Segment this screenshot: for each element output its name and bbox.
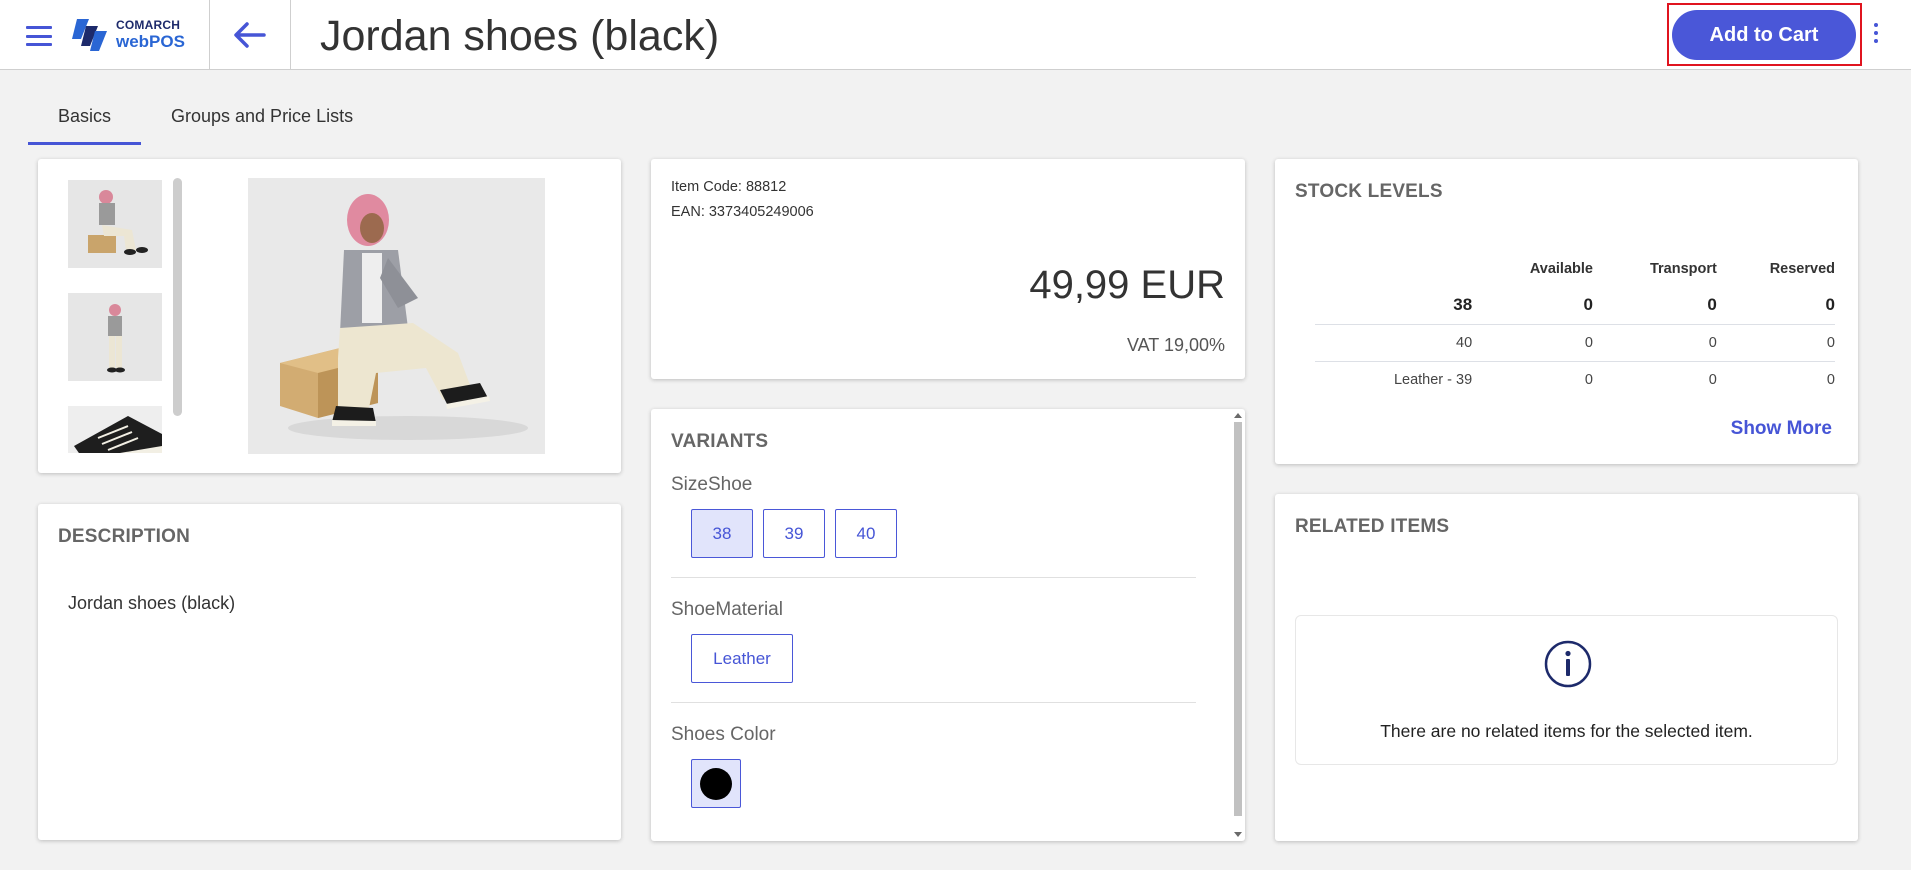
logo-product-text: webPOS [116, 32, 185, 51]
vat-rate: VAT 19,00% [1126, 335, 1225, 355]
transport-value: 0 [1592, 323, 1717, 361]
table-row: Leather - 39 0 0 0 [1315, 360, 1835, 398]
app-header: COMARCH webPOS Jordan shoes (black) Add … [0, 0, 1911, 70]
reserved-value: 0 [1825, 295, 1835, 315]
price: 49,99 EUR [1029, 263, 1225, 307]
stock-levels-card: STOCK LEVELS Available Transport Reserve… [1275, 159, 1858, 464]
table-row: 38 0 0 0 [1315, 287, 1835, 324]
column-header-reserved: Reserved [1769, 261, 1835, 277]
transport-value: 0 [1707, 295, 1717, 315]
logo-mark-icon [72, 19, 107, 51]
table-row: 40 0 0 0 [1315, 323, 1835, 361]
column-header-transport: Transport [1649, 261, 1717, 277]
size-option-39[interactable]: 39 [763, 509, 825, 558]
item-code: Item Code: 88812 [671, 179, 787, 195]
variant-separator [671, 702, 1196, 703]
thumbnail-scrollbar[interactable] [173, 178, 182, 416]
material-option-leather[interactable]: Leather [691, 634, 793, 683]
available-value: 0 [1583, 295, 1593, 315]
thumbnail-model-sitting[interactable] [68, 180, 162, 268]
ean-code: EAN: 3373405249006 [671, 204, 814, 220]
back-arrow-icon[interactable] [230, 18, 270, 52]
scrollbar-thumb[interactable] [1234, 422, 1242, 816]
row-label: Leather - 39 [1315, 360, 1473, 398]
more-options-icon[interactable] [1871, 23, 1881, 47]
scroll-up-icon[interactable] [1234, 413, 1242, 418]
logo-company-text: COMARCH [116, 18, 181, 32]
size-option-40[interactable]: 40 [835, 509, 897, 558]
tab-groups-and-price-lists[interactable]: Groups and Price Lists [171, 106, 353, 127]
show-more-link[interactable]: Show More [1731, 418, 1832, 440]
table-header-row: Available Transport Reserved [1315, 251, 1835, 287]
color-option-black[interactable] [691, 759, 741, 808]
row-label: 40 [1315, 323, 1473, 361]
related-items-card: RELATED ITEMS There are no related items… [1275, 494, 1858, 841]
size-option-38[interactable]: 38 [691, 509, 753, 558]
active-tab-indicator [28, 142, 141, 145]
info-icon [1544, 640, 1592, 688]
color-label: Shoes Color [671, 724, 776, 745]
description-title: DESCRIPTION [58, 526, 191, 547]
related-items-empty-state: There are no related items for the selec… [1295, 615, 1838, 765]
stock-levels-title: STOCK LEVELS [1295, 181, 1443, 202]
page-title: Jordan shoes (black) [320, 12, 720, 60]
thumbnail-list[interactable] [68, 177, 168, 453]
empty-state-message: There are no related items for the selec… [1380, 721, 1753, 741]
available-value: 0 [1472, 323, 1593, 361]
color-swatch [700, 768, 732, 800]
main-product-image [248, 178, 545, 454]
header-divider [290, 0, 291, 70]
variants-title: VARIANTS [671, 431, 769, 452]
available-value: 0 [1472, 360, 1593, 398]
price-card: Item Code: 88812 EAN: 3373405249006 49,9… [651, 159, 1245, 379]
column-header-label [1315, 251, 1472, 287]
thumbnail-model-standing[interactable] [68, 293, 162, 381]
header-divider [209, 0, 210, 70]
images-card [38, 159, 621, 473]
reserved-value: 0 [1716, 360, 1835, 398]
material-label: ShoeMaterial [671, 599, 783, 620]
stock-table: Available Transport Reserved 38 0 0 0 40… [1315, 251, 1835, 398]
variant-separator [671, 577, 1196, 578]
related-items-title: RELATED ITEMS [1295, 516, 1450, 537]
tab-basics[interactable]: Basics [58, 106, 111, 127]
scroll-down-icon[interactable] [1234, 832, 1242, 837]
thumbnail-sneaker-closeup[interactable] [68, 406, 162, 453]
row-label: 38 [1453, 295, 1473, 315]
reserved-value: 0 [1716, 323, 1835, 361]
column-header-available: Available [1529, 261, 1593, 277]
add-to-cart-button[interactable]: Add to Cart [1672, 10, 1856, 60]
variants-scrollbar[interactable] [1233, 413, 1243, 837]
variants-card: VARIANTS SizeShoe 38 39 40 ShoeMaterial … [651, 409, 1245, 841]
description-card: DESCRIPTION Jordan shoes (black) [38, 504, 621, 840]
menu-icon[interactable] [26, 26, 52, 46]
transport-value: 0 [1592, 360, 1717, 398]
description-text: Jordan shoes (black) [68, 593, 236, 613]
size-label: SizeShoe [671, 474, 753, 495]
